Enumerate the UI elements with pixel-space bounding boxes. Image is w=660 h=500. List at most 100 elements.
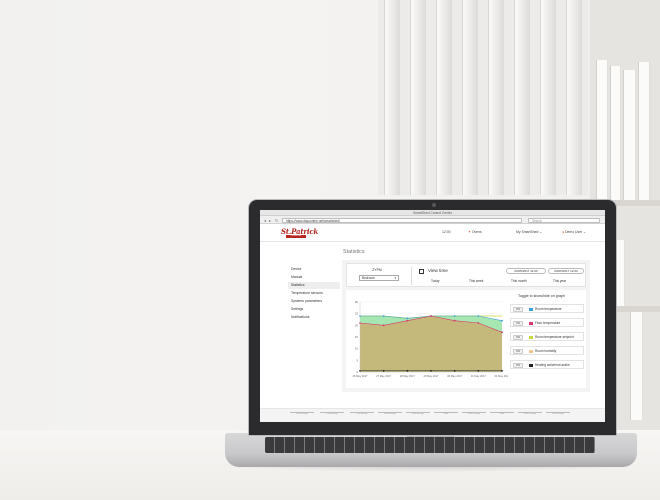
toggle-room-temperature-setpoint[interactable]: ON Room temperature setpoint	[510, 332, 584, 341]
user-icon: ●	[562, 230, 565, 234]
toggle-label: Room humidity	[535, 349, 557, 353]
range-tab-year[interactable]: This year	[553, 279, 566, 283]
sidebar-item-settings[interactable]: Settings	[288, 306, 340, 313]
data-point	[453, 319, 456, 322]
footer-item[interactable]: Leaf Energy	[350, 412, 374, 415]
chevron-down-icon: ▾	[394, 276, 396, 280]
legend-swatch	[529, 307, 533, 311]
footer-item[interactable]: Shed Energy	[290, 412, 314, 415]
data-point	[501, 331, 503, 334]
footer-item[interactable]: Floor Energy	[518, 412, 542, 415]
legend-swatch	[529, 349, 533, 353]
sensor-select[interactable]: Bedroom ▾	[359, 275, 399, 281]
range-tab-month[interactable]: This month	[511, 279, 527, 283]
radiator-panel	[378, 0, 588, 195]
radiator-slat	[384, 0, 400, 195]
date-from-input[interactable]: 00/05/2017 11:00	[506, 268, 546, 274]
data-point	[382, 369, 385, 372]
legend-swatch	[529, 335, 533, 339]
data-point	[501, 319, 503, 322]
footer-item[interactable]: Floor	[434, 412, 458, 415]
sensor-label: ZYPM	[372, 268, 382, 272]
book	[638, 62, 650, 200]
y-tick-label: 30	[355, 300, 359, 304]
y-tick-label: 5	[356, 358, 358, 362]
header-alerts[interactable]: ✦Ovens	[468, 229, 482, 235]
address-bar[interactable]: https://www.dsqcontrol.net/smartshed/	[282, 217, 522, 223]
toggle-room-temperature[interactable]: ON Room temperature	[510, 304, 584, 313]
user-menu[interactable]: ●Demo User ⌄	[562, 229, 586, 235]
date-to-input[interactable]: 03/05/2017 12:00	[548, 268, 584, 274]
account-menu[interactable]: My SmartShed ⌄	[516, 229, 542, 235]
app-header: St.Patrick LOGGING 12:00 ✦Ovens My Smart…	[260, 224, 605, 242]
divider	[411, 267, 412, 285]
data-point	[406, 319, 409, 322]
toggle-switch[interactable]: ON	[513, 321, 523, 326]
radiator-slat	[566, 0, 582, 195]
header-time: 12:00	[442, 230, 451, 234]
reload-icon[interactable]: ↻	[275, 218, 278, 223]
data-point	[453, 369, 456, 372]
sensor-select-value: Bedroom	[362, 276, 375, 280]
page-title: Statistics	[343, 249, 365, 255]
y-tick-label: 15	[355, 335, 359, 339]
toggle-label: Room temperature	[535, 307, 562, 311]
footer-item[interactable]: Floor Energy	[546, 412, 570, 415]
browser-search-input[interactable]: Search	[528, 217, 600, 223]
range-tab-week[interactable]: This week	[469, 279, 483, 283]
data-point	[406, 317, 409, 320]
x-tick-label: 30 May 2017	[447, 374, 463, 378]
toggle-room-humidity[interactable]: ON Room humidity	[510, 346, 584, 355]
toggle-switch[interactable]: ON	[513, 335, 523, 340]
footer-item[interactable]: Leaf Energy	[320, 412, 344, 415]
radiator-slat	[488, 0, 504, 195]
data-point	[382, 315, 385, 317]
data-point	[501, 369, 503, 372]
sidebar-item-manual[interactable]: Manual	[288, 274, 340, 281]
sidebar-item-notifications[interactable]: Notifications	[288, 314, 340, 321]
toggle-floor-temperature[interactable]: ON Floor temperature	[510, 318, 584, 327]
radiator-slat	[540, 0, 556, 195]
brand-logo[interactable]: St.Patrick LOGGING	[281, 227, 318, 238]
toggle-label: Floor temperature	[535, 321, 561, 325]
filter-card: ZYPM Bedroom ▾ View time 00/05/2017 11:0…	[346, 263, 586, 287]
sidebar-item-statistics[interactable]: Statistics	[288, 282, 340, 289]
forward-arrow-icon[interactable]: ▸	[269, 218, 271, 223]
sidebar-item-systems-parameters[interactable]: Systems parameters	[288, 298, 340, 305]
book	[610, 66, 621, 200]
toggle-switch[interactable]: ON	[513, 349, 523, 354]
toggle-title: Toggle to show/hide on graph	[518, 294, 565, 298]
toggle-heating-active[interactable]: ON Heating active/not active	[510, 360, 584, 369]
footer-item[interactable]: Heat Energy	[406, 412, 430, 415]
footer-item[interactable]: Floor Energy	[462, 412, 486, 415]
chevron-down-icon: ⌄	[583, 230, 587, 234]
logo-ribbon: LOGGING	[286, 234, 306, 238]
toggle-switch[interactable]: ON	[513, 363, 523, 368]
back-arrow-icon[interactable]: ◂	[264, 218, 266, 223]
footer-item[interactable]: Floor	[490, 412, 514, 415]
data-point	[477, 315, 480, 317]
data-point	[430, 369, 432, 372]
sidebar-item-device[interactable]: Device	[288, 266, 340, 273]
data-point	[382, 324, 385, 327]
book	[596, 60, 608, 200]
keyboard	[265, 437, 595, 453]
chart-card: 0 5 10 15 20 25 30 26 May 2017 27 May 2017 28 May…	[346, 290, 586, 388]
toggle-switch[interactable]: ON	[513, 307, 523, 312]
data-point	[477, 322, 480, 324]
alerts-label: Ovens	[471, 230, 482, 234]
range-tab-today[interactable]: Today	[431, 279, 440, 283]
radiator-slat	[462, 0, 478, 195]
book	[623, 70, 636, 200]
app-footer: Shed Energy Leaf Energy Leaf Energy Heat…	[260, 408, 605, 422]
x-tick-label: 31 May 2017	[471, 374, 487, 378]
x-tick-label: 29 May 2017	[424, 374, 440, 378]
y-tick-label: 25	[355, 312, 359, 316]
sidebar-item-temperature-sensors[interactable]: Temperature sensors	[288, 290, 340, 297]
radiator-slat	[514, 0, 530, 195]
x-tick-label: 26 May 2017	[353, 374, 369, 378]
x-tick-label: 01 May 2017	[495, 374, 509, 378]
footer-item[interactable]: Heat Energy	[378, 412, 402, 415]
data-point	[453, 315, 456, 317]
calendar-icon	[419, 269, 424, 274]
